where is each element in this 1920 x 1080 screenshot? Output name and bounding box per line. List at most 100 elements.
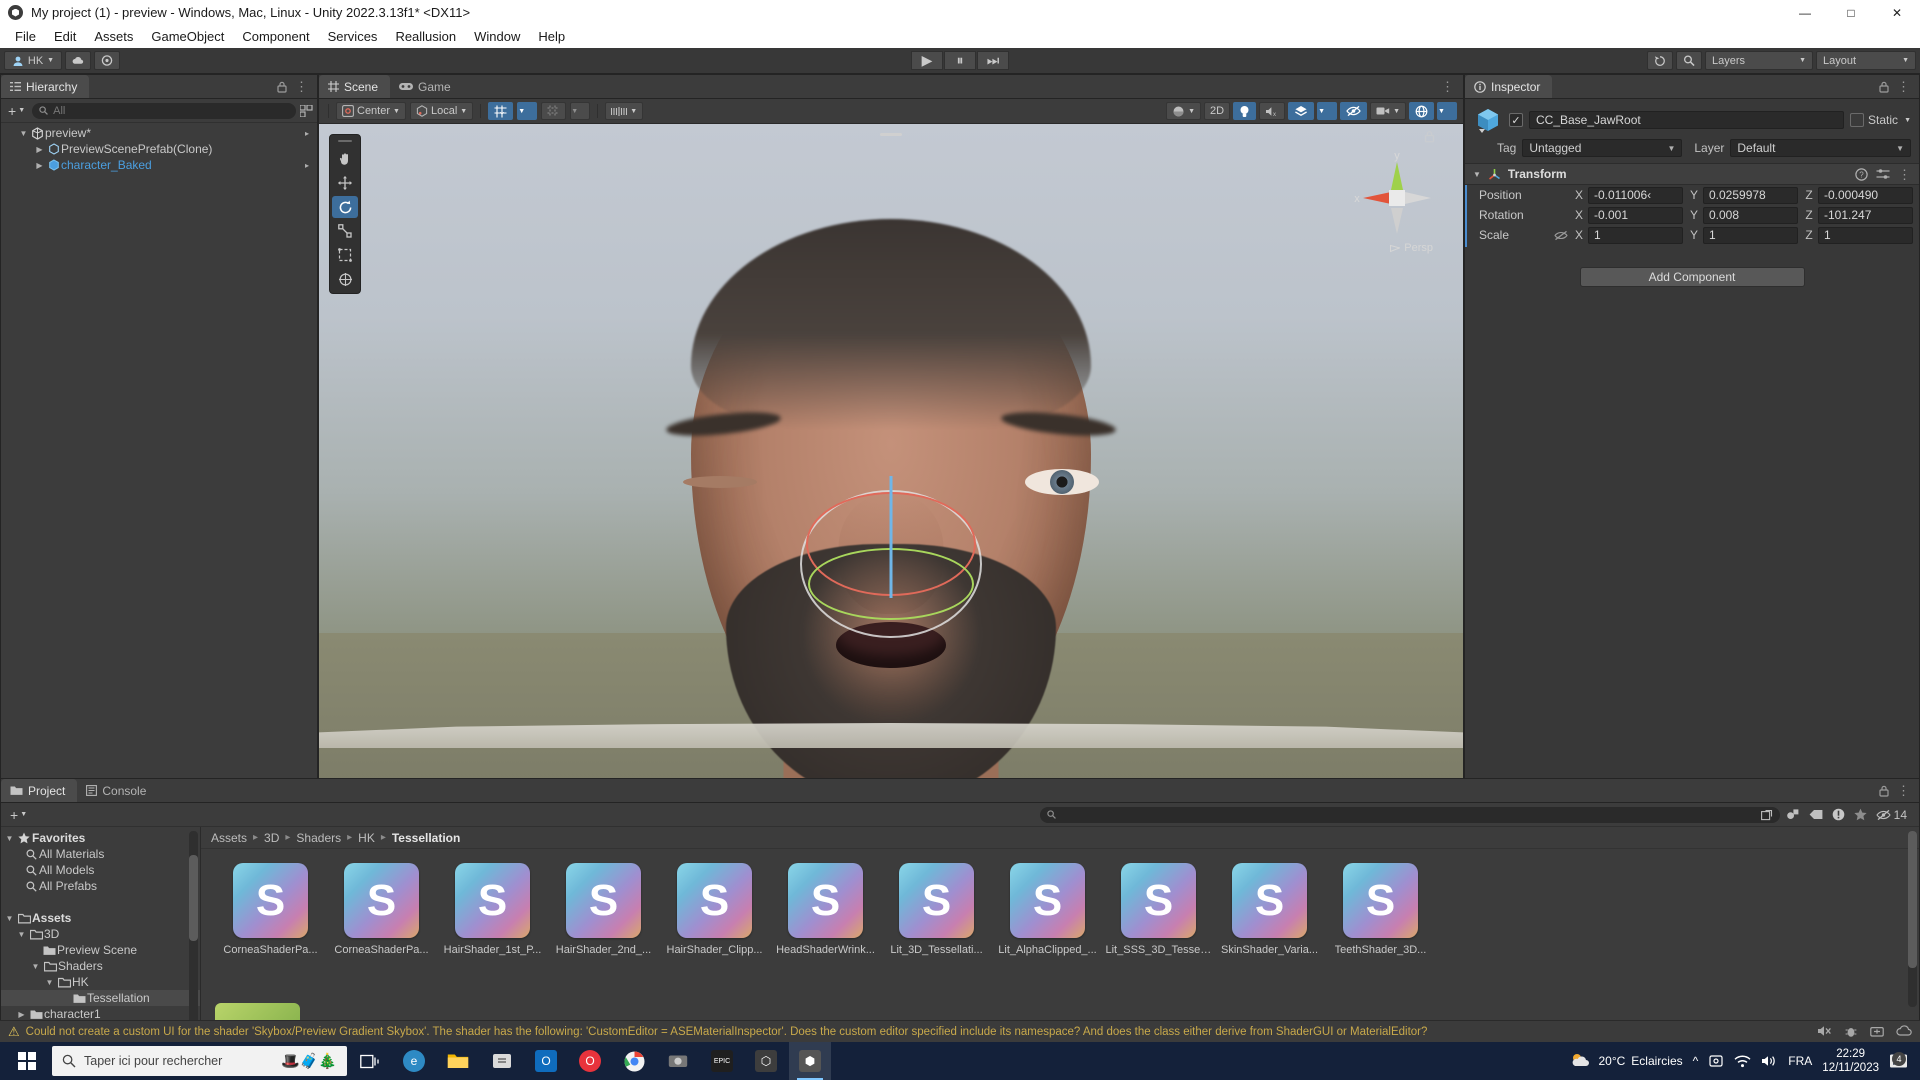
- taskbar-clock[interactable]: 22:29 12/11/2023: [1822, 1047, 1879, 1076]
- asset-item[interactable]: S Lit_SSS_3D_Tessel...: [1103, 863, 1214, 1031]
- status-bar[interactable]: ⚠ Could not create a custom UI for the s…: [0, 1020, 1920, 1042]
- scale-x-field[interactable]: X 1: [1574, 227, 1683, 244]
- transform-tool-button[interactable]: [332, 268, 358, 290]
- scene-lock-icon[interactable]: [1424, 130, 1435, 143]
- project-search-input[interactable]: [1040, 807, 1780, 823]
- asset-item[interactable]: S HairShader_1st_P...: [437, 863, 548, 1031]
- chevron-up-icon[interactable]: ^: [1693, 1054, 1699, 1068]
- gizmos-toggle[interactable]: [1409, 102, 1434, 120]
- expand-arrow-icon[interactable]: ▼: [15, 930, 28, 939]
- breadcrumb-shaders[interactable]: Shaders: [296, 831, 341, 845]
- kebab-icon[interactable]: ⋮: [295, 80, 308, 93]
- scrollbar-thumb[interactable]: [189, 855, 198, 941]
- scene-camera-button[interactable]: ▼: [1370, 102, 1406, 120]
- notification-icon[interactable]: 4: [1889, 1053, 1908, 1069]
- kebab-icon[interactable]: ⋮: [1441, 80, 1454, 93]
- menu-edit[interactable]: Edit: [45, 27, 85, 46]
- play-button[interactable]: ▶: [911, 51, 943, 70]
- kebab-icon[interactable]: ⋮: [1898, 168, 1911, 181]
- hierarchy-item-previewsceneprefab[interactable]: ▶ PreviewScenePrefab(Clone): [1, 141, 317, 157]
- project-tree-all-prefabs[interactable]: All Prefabs: [1, 878, 200, 894]
- asset-item[interactable]: S HairShader_Clipp...: [659, 863, 770, 1031]
- menu-assets[interactable]: Assets: [85, 27, 142, 46]
- mute-icon[interactable]: [1817, 1025, 1832, 1038]
- lock-icon[interactable]: [1879, 785, 1889, 797]
- expand-arrow-icon[interactable]: ▼: [1473, 170, 1481, 179]
- wifi-icon[interactable]: [1734, 1054, 1751, 1068]
- project-tree-assets[interactable]: ▼ Assets: [1, 910, 200, 926]
- unlinked-scale-icon[interactable]: [1554, 230, 1568, 241]
- chrome-icon[interactable]: [613, 1042, 655, 1080]
- expand-arrow-icon[interactable]: ▼: [29, 962, 42, 971]
- hierarchy-search-input[interactable]: All: [32, 103, 296, 119]
- position-y-field[interactable]: Y 0.0259978: [1689, 187, 1798, 204]
- global-search-button[interactable]: [1676, 51, 1702, 70]
- scene-menu-icon[interactable]: ▸: [305, 129, 309, 138]
- grid-snapping-toggle[interactable]: Y: [488, 102, 513, 120]
- asset-item[interactable]: S HairShader_2nd_...: [548, 863, 659, 1031]
- tab-game[interactable]: Game: [390, 75, 463, 98]
- favorite-icon[interactable]: [1854, 808, 1867, 821]
- scene-audio-toggle[interactable]: x: [1259, 102, 1285, 120]
- asset-item[interactable]: S Lit_AlphaClipped_...: [992, 863, 1103, 1031]
- scrollbar-thumb[interactable]: [1908, 831, 1917, 968]
- 2d-toggle-button[interactable]: 2D: [1204, 102, 1230, 120]
- projection-mode-label[interactable]: Persp: [1390, 242, 1433, 254]
- overlay-drag-handle[interactable]: [338, 140, 352, 142]
- preset-icon[interactable]: [1876, 168, 1890, 181]
- scale-y-field[interactable]: Y 1: [1689, 227, 1798, 244]
- opera-icon[interactable]: O: [569, 1042, 611, 1080]
- shading-mode-dropdown[interactable]: ▼: [1166, 102, 1201, 120]
- menu-file[interactable]: File: [6, 27, 45, 46]
- epic-games-icon[interactable]: EPIC: [701, 1042, 743, 1080]
- file-explorer-icon[interactable]: [437, 1042, 479, 1080]
- tab-scene[interactable]: Scene: [319, 75, 390, 98]
- project-tree-scrollbar[interactable]: [189, 831, 198, 1027]
- project-tree-all-materials[interactable]: All Materials: [1, 846, 200, 862]
- asset-item[interactable]: S Lit_3D_Tessellati...: [881, 863, 992, 1031]
- project-add-button[interactable]: + ▼: [7, 807, 30, 823]
- layout-dropdown[interactable]: Layout ▼: [1816, 51, 1916, 70]
- hierarchy-visibility-icon[interactable]: [300, 105, 313, 117]
- expand-arrow-icon[interactable]: ▼: [3, 834, 16, 843]
- prefab-open-icon[interactable]: ▸: [305, 161, 309, 170]
- close-button[interactable]: ✕: [1874, 0, 1920, 25]
- volume-icon[interactable]: [1761, 1054, 1778, 1068]
- taskbar-search-input[interactable]: Taper ici pour rechercher 🎩🧳🎄: [52, 1046, 347, 1076]
- static-checkbox[interactable]: [1850, 113, 1864, 127]
- tab-inspector[interactable]: Inspector: [1465, 75, 1552, 98]
- position-z-field[interactable]: Z -0.000490: [1804, 187, 1913, 204]
- layer-dropdown[interactable]: Default ▼: [1730, 139, 1911, 157]
- menu-services[interactable]: Services: [319, 27, 387, 46]
- lock-icon[interactable]: [1879, 81, 1889, 93]
- collapse-arrow-icon[interactable]: ▶: [15, 1010, 28, 1019]
- gameobject-enabled-checkbox[interactable]: ✓: [1509, 113, 1523, 127]
- cloud-button[interactable]: [65, 51, 91, 70]
- edge-icon[interactable]: e: [393, 1042, 435, 1080]
- asset-item[interactable]: S SkinShader_Varia...: [1214, 863, 1325, 1031]
- breadcrumb-3d[interactable]: 3D: [264, 831, 279, 845]
- layers-dropdown[interactable]: Layers ▼: [1705, 51, 1813, 70]
- kebab-icon[interactable]: ⋮: [1897, 784, 1910, 797]
- breadcrumb-hk[interactable]: HK: [358, 831, 375, 845]
- gizmo-z-axis[interactable]: [890, 476, 893, 598]
- scene-fx-dropdown[interactable]: ▼: [1317, 102, 1337, 120]
- hierarchy-item-preview[interactable]: ▼ preview* ▸: [1, 125, 317, 141]
- asset-grid-scrollbar[interactable]: [1908, 831, 1917, 1007]
- collapse-arrow-icon[interactable]: ▶: [33, 145, 46, 154]
- windows-start-icon[interactable]: [4, 1042, 50, 1080]
- breadcrumb-tessellation[interactable]: Tessellation: [392, 831, 460, 845]
- menu-component[interactable]: Component: [233, 27, 318, 46]
- step-button[interactable]: ⏭: [977, 51, 1009, 70]
- tab-console[interactable]: Console: [77, 779, 158, 802]
- rotation-y-field[interactable]: Y 0.008: [1689, 207, 1798, 224]
- position-x-field[interactable]: X -0.011006‹: [1574, 187, 1683, 204]
- collab-icon[interactable]: [1870, 1025, 1884, 1038]
- grid-snapping-dropdown[interactable]: ▼: [517, 102, 537, 120]
- project-tree-favorites[interactable]: ▼ Favorites: [1, 830, 200, 846]
- scale-z-field[interactable]: Z 1: [1804, 227, 1913, 244]
- move-tool-button[interactable]: [332, 172, 358, 194]
- hand-tool-button[interactable]: [332, 148, 358, 170]
- rect-tool-button[interactable]: [332, 244, 358, 266]
- asset-item[interactable]: S TeethShader_3D...: [1325, 863, 1436, 1031]
